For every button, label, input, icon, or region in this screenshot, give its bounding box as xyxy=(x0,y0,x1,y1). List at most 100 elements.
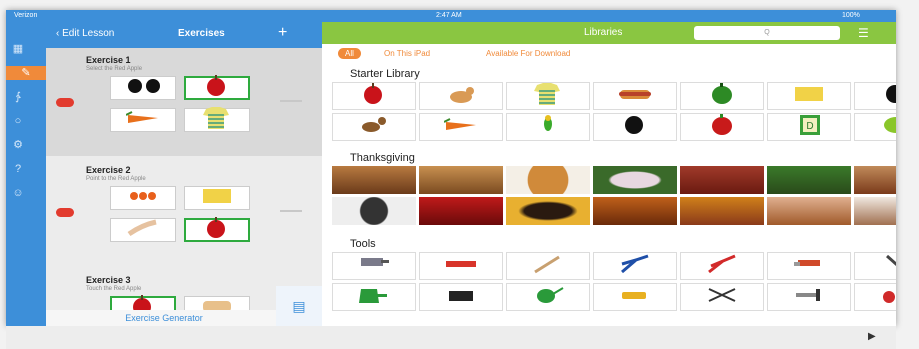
library-item[interactable] xyxy=(680,82,764,110)
delete-exercise-button[interactable] xyxy=(56,208,74,217)
sponge-icon xyxy=(792,83,826,109)
library-item[interactable] xyxy=(419,113,503,141)
library-item[interactable] xyxy=(332,283,416,311)
delete-exercise-button[interactable] xyxy=(56,98,74,107)
library-item[interactable] xyxy=(854,197,896,225)
library-tab-button[interactable]: ▤ xyxy=(276,286,322,326)
d-block-icon: D xyxy=(792,114,826,140)
side-rail: ▦ ✎ ∱ ○ ⚙? ☺ xyxy=(6,22,46,326)
library-grid xyxy=(332,252,896,311)
library-item[interactable] xyxy=(506,283,590,311)
settings-icon[interactable]: ⚙ xyxy=(10,138,26,152)
library-item[interactable] xyxy=(332,252,416,280)
exercise-tile[interactable] xyxy=(110,76,176,100)
library-item[interactable] xyxy=(593,166,677,194)
library-item[interactable] xyxy=(506,166,590,194)
exercise-item[interactable]: Exercise 2 Point to the Red Apple xyxy=(46,158,322,266)
exercise-item[interactable]: Exercise 1 Select the Red Apple xyxy=(46,48,322,156)
library-item[interactable] xyxy=(593,252,677,280)
library-item[interactable] xyxy=(332,166,416,194)
book-icon: ▤ xyxy=(292,298,306,314)
library-search-input[interactable]: Q xyxy=(694,26,840,40)
library-item[interactable] xyxy=(419,82,503,110)
help-icon[interactable]: ? xyxy=(10,162,26,176)
exercise-tile[interactable] xyxy=(184,106,250,132)
library-item[interactable] xyxy=(854,166,896,194)
parrot-icon xyxy=(531,114,565,140)
library-item[interactable] xyxy=(506,82,590,110)
hot-dog-icon xyxy=(618,83,652,109)
library-item[interactable] xyxy=(680,252,764,280)
black-dots-icon xyxy=(126,74,160,103)
library-item[interactable] xyxy=(680,197,764,225)
caulk-gun-icon xyxy=(792,284,826,310)
library-item[interactable] xyxy=(506,113,590,141)
exercise-tile[interactable] xyxy=(110,108,176,132)
profile-icon[interactable]: ☺ xyxy=(10,186,26,200)
globe-icon[interactable]: ○ xyxy=(10,114,26,128)
exercise-tile[interactable] xyxy=(110,218,176,242)
library-item[interactable] xyxy=(593,82,677,110)
exercise-tile[interactable] xyxy=(184,216,250,242)
exercise-generator-button[interactable]: Exercise Generator xyxy=(46,310,282,326)
library-item[interactable] xyxy=(854,252,896,280)
pencil-icon[interactable]: ✎ xyxy=(6,66,46,80)
library-item[interactable] xyxy=(767,197,851,225)
library-item[interactable] xyxy=(593,283,677,311)
library-filter[interactable]: On This iPad xyxy=(384,48,430,59)
shears-icon xyxy=(705,284,739,310)
library-item[interactable] xyxy=(419,252,503,280)
red-apple-icon xyxy=(200,74,234,103)
share-icon[interactable]: ∱ xyxy=(10,90,26,104)
library-item[interactable] xyxy=(767,283,851,311)
library-item[interactable] xyxy=(506,252,590,280)
library-section-title: Tools xyxy=(350,238,376,250)
library-item[interactable] xyxy=(680,166,764,194)
page-title: Exercises xyxy=(178,28,225,39)
library-item[interactable] xyxy=(419,283,503,311)
library-section-title: Thanksgiving xyxy=(350,152,415,164)
list-view-icon[interactable]: ☰ xyxy=(858,26,869,40)
library-item[interactable] xyxy=(680,283,764,311)
carrots-icon xyxy=(125,106,160,135)
reorder-handle[interactable] xyxy=(280,100,302,102)
exercise-tile[interactable] xyxy=(184,186,250,210)
library-item[interactable]: D xyxy=(767,113,851,141)
library-filter[interactable]: All xyxy=(338,48,361,59)
exercise-tile[interactable] xyxy=(184,74,250,103)
back-button-label: Edit Lesson xyxy=(62,28,115,39)
library-item[interactable] xyxy=(332,113,416,141)
book-icon[interactable]: ▦ xyxy=(10,42,26,56)
library-item[interactable] xyxy=(767,166,851,194)
library-item[interactable] xyxy=(854,283,896,311)
red-apple-icon xyxy=(357,83,391,109)
level-icon xyxy=(444,253,478,279)
library-item[interactable] xyxy=(332,82,416,110)
shrimp-icon xyxy=(126,184,160,213)
exercise-tile[interactable] xyxy=(110,186,176,210)
library-filter[interactable]: Available For Download xyxy=(486,48,570,59)
library-item[interactable] xyxy=(854,82,896,110)
play-icon[interactable]: ▶ xyxy=(868,331,876,342)
library-item[interactable] xyxy=(419,166,503,194)
black-dot-icon xyxy=(618,114,652,140)
reorder-handle[interactable] xyxy=(280,210,302,212)
clock-label: 2:47 AM xyxy=(436,12,462,19)
library-item[interactable] xyxy=(593,113,677,141)
library-item[interactable] xyxy=(767,252,851,280)
sponge-icon xyxy=(200,184,234,213)
exercise-list: Exercise 1 Select the Red Apple Exercise 2… xyxy=(46,48,322,326)
library-item[interactable] xyxy=(419,197,503,225)
back-button[interactable]: ‹ Edit Lesson xyxy=(56,28,114,39)
drill-icon xyxy=(357,253,391,279)
library-header: Libraries Q ☰ xyxy=(322,22,896,44)
exercise-subtitle: Touch the Red Apple xyxy=(86,286,142,292)
library-item[interactable] xyxy=(854,113,896,141)
library-item[interactable] xyxy=(767,82,851,110)
add-exercise-button[interactable]: + xyxy=(278,24,287,42)
flashlight-icon xyxy=(618,284,652,310)
library-item[interactable] xyxy=(506,197,590,225)
library-item[interactable] xyxy=(332,197,416,225)
library-item[interactable] xyxy=(680,113,764,141)
library-item[interactable] xyxy=(593,197,677,225)
